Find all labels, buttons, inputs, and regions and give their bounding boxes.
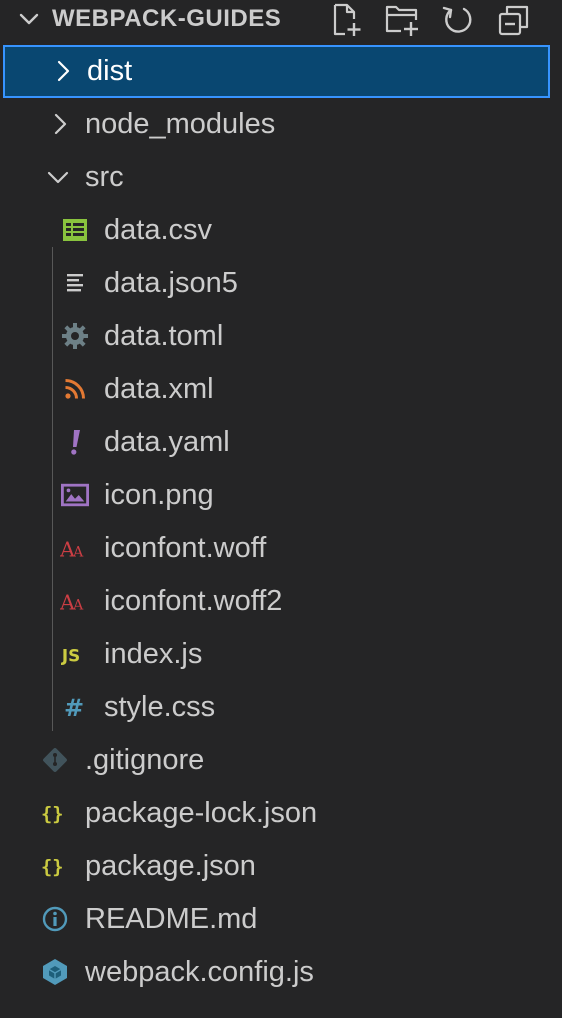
svg-text:JS: JS [61,645,80,665]
webpack-cube-icon [41,958,69,986]
rss-icon [61,375,89,403]
tree-item-label: dist [87,55,133,87]
tree-item-package-lock-json[interactable]: {} package-lock.json [0,787,562,840]
new-file-icon [333,3,361,36]
text-lines-icon [61,269,89,297]
tree-item-data-json5[interactable]: data.json5 [0,257,562,310]
tree-item-label: data.json5 [104,267,238,299]
gear-icon [61,322,89,350]
tree-item-data-xml[interactable]: data.xml [0,363,562,416]
tree-item-label: package.json [85,850,256,882]
explorer-section-title: WEBPACK-GUIDES [52,5,282,32]
tree-item-label: webpack.config.js [85,956,314,988]
tree-item-package-json[interactable]: {} package.json [0,840,562,893]
tree-item-label: style.css [104,691,216,723]
refresh-icon [442,6,472,33]
file-tree: dist node_modules src data.csv data.json… [0,45,562,999]
exclamation-icon [61,428,89,456]
tree-item-readme-md[interactable]: README.md [0,893,562,946]
javascript-icon: JS [61,640,89,668]
new-folder-icon [385,5,418,36]
svg-text:{}: {} [41,857,63,878]
svg-text:{}: {} [41,804,63,825]
explorer-view: WEBPACK-GUIDES dist node_modules src dat… [0,0,562,1018]
new-file-button[interactable] [326,0,366,40]
svg-text:#: # [64,694,84,721]
chevron-down-icon[interactable] [18,8,40,30]
explorer-section-header[interactable]: WEBPACK-GUIDES [0,0,562,40]
tree-item-iconfont-woff[interactable]: A A iconfont.woff [0,522,562,575]
svg-text:A: A [72,544,84,560]
csv-icon [61,216,89,244]
chevron-down-icon[interactable] [45,164,71,190]
image-icon [61,481,89,509]
tree-item-label: package-lock.json [85,797,318,829]
tree-item-label: iconfont.woff [104,532,267,564]
font-icon: A A [60,534,88,562]
tree-item-label: data.csv [104,214,212,246]
tree-item-label: index.js [104,638,203,670]
git-icon [41,746,69,774]
tree-item-label: node_modules [85,108,276,140]
tree-item-label: data.toml [104,320,224,352]
chevron-right-icon[interactable] [50,58,76,84]
font-icon: A A [60,587,88,615]
tree-item-icon-png[interactable]: icon.png [0,469,562,522]
info-icon [41,905,69,933]
hash-icon: # [61,693,89,721]
chevron-right-icon[interactable] [47,111,73,137]
tree-item-label: icon.png [104,479,214,511]
tree-item-label: data.yaml [104,426,230,458]
indent-guide [52,247,53,731]
tree-item-label: data.xml [104,373,214,405]
tree-item-index-js[interactable]: JS index.js [0,628,562,681]
tree-item-node-modules[interactable]: node_modules [0,98,562,151]
tree-item-gitignore[interactable]: .gitignore [0,734,562,787]
tree-item-style-css[interactable]: # style.css [0,681,562,734]
json-braces-icon: {} [41,799,69,827]
collapse-all-button[interactable] [494,0,534,40]
collapse-all-icon [498,5,529,36]
tree-item-webpack-config-js[interactable]: webpack.config.js [0,946,562,999]
tree-item-data-toml[interactable]: data.toml [0,310,562,363]
tree-item-label: .gitignore [85,744,205,776]
svg-text:A: A [72,597,84,613]
tree-item-label: src [85,161,124,193]
tree-item-data-csv[interactable]: data.csv [0,204,562,257]
explorer-actions [326,0,550,40]
tree-item-iconfont-woff2[interactable]: A A iconfont.woff2 [0,575,562,628]
tree-item-data-yaml[interactable]: data.yaml [0,416,562,469]
json-braces-icon: {} [41,852,69,880]
tree-item-src[interactable]: src [0,151,562,204]
refresh-button[interactable] [438,0,478,40]
tree-item-dist[interactable]: dist [3,45,550,98]
tree-item-label: iconfont.woff2 [104,585,283,617]
new-folder-button[interactable] [382,0,422,40]
tree-item-label: README.md [85,903,258,935]
